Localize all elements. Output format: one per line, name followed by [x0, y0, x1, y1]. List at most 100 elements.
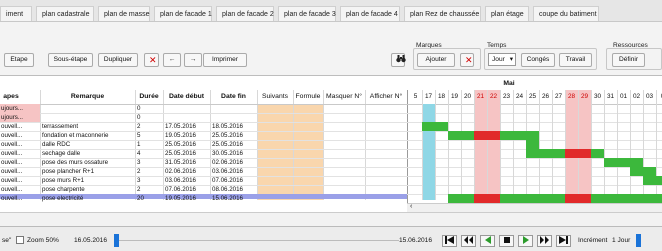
cell-date-debut: 25.05.2016 [165, 141, 196, 148]
header-formule: Formule [295, 93, 321, 100]
temps-select-value: Jour [492, 56, 505, 63]
gantt-bar[interactable] [643, 176, 662, 185]
gantt-bar[interactable] [500, 131, 539, 140]
first-button[interactable] [442, 235, 457, 247]
tab-plan-cadastrale[interactable]: plan cadastrale [36, 6, 94, 21]
tab-plan-de-facade-4[interactable]: plan de facade 4 [340, 6, 400, 21]
previous-button[interactable] [461, 235, 476, 247]
gantt-gridline [422, 90, 423, 200]
cell-remarque: pose murs R+1 [42, 177, 85, 184]
definir-button[interactable]: Définir [612, 53, 645, 67]
stop-button[interactable] [499, 235, 514, 247]
cell-remarque: pose charpente [42, 186, 85, 193]
travail-button[interactable]: Travail [559, 53, 592, 67]
gantt-bar-weekend[interactable] [565, 149, 591, 158]
document-tab-bar: iment plan cadastrale plan de masse plan… [0, 0, 662, 22]
cell-duree: 0 [137, 114, 141, 121]
gantt-gridline [448, 90, 449, 200]
tab-document[interactable]: iment [0, 6, 32, 21]
header-etapes: apes [3, 93, 19, 100]
cell-duree: 5 [137, 132, 141, 139]
cell-remarque: dalle RDC [42, 141, 71, 148]
move-left-button[interactable]: ← [163, 53, 181, 67]
cell-date-fin: 08.06.2016 [212, 186, 243, 193]
fast-forward-icon [540, 236, 549, 244]
cell-date-debut: 07.06.2016 [165, 186, 196, 193]
play-button[interactable] [518, 235, 533, 247]
skip-first-icon [445, 236, 454, 244]
gantt-gridline [513, 90, 514, 200]
gantt-bar[interactable] [448, 194, 474, 203]
row-divider [0, 113, 662, 114]
gantt-bar[interactable] [526, 140, 539, 149]
search-binoculars-icon[interactable] [391, 53, 406, 67]
scroll-left-icon[interactable]: ‹ [410, 203, 412, 210]
day-label: 29 [580, 93, 589, 100]
gantt-horizontal-scrollbar[interactable]: ‹ [407, 203, 662, 212]
tab-plan-de-facade-1[interactable]: plan de facade 1 [154, 6, 212, 21]
gantt-bar[interactable] [630, 167, 656, 176]
header-remarque: Remarque [70, 93, 105, 100]
next-button[interactable] [537, 235, 552, 247]
cell-duree: 0 [137, 105, 141, 112]
gantt-gridline [435, 90, 436, 200]
timeline-controls: se" Zoom 50% 16.05.2016 15.06.2016 Incré… [0, 226, 662, 251]
increment-value[interactable]: 1 Jour [612, 237, 630, 244]
ajouter-marque-button[interactable]: Ajouter [417, 53, 455, 67]
cell-date-debut: 03.06.2016 [165, 177, 196, 184]
tab-coupe-du-batiment[interactable]: coupe du batiment [533, 6, 599, 21]
tab-plan-de-facade-3[interactable]: plan de facade 3 [278, 6, 336, 21]
dupliquer-button[interactable]: Dupliquer [98, 53, 138, 67]
timeline-slider-track[interactable] [119, 240, 399, 241]
gantt-gridline [578, 90, 579, 200]
last-button[interactable] [556, 235, 571, 247]
zoom-checkbox[interactable] [16, 236, 24, 244]
gantt-gridline [500, 90, 501, 200]
gantt-bar[interactable] [591, 194, 662, 203]
gantt-bar[interactable] [500, 194, 565, 203]
cell-duree: 4 [137, 150, 141, 157]
increment-slider-handle[interactable] [636, 234, 641, 247]
cell-duree: 3 [137, 159, 141, 166]
delete-button[interactable]: ✕ [144, 53, 159, 67]
move-right-button[interactable]: → [184, 53, 202, 67]
gantt-bar[interactable] [591, 149, 604, 158]
tab-plan-rez-de-chaussee[interactable]: plan Rez de chaussée [404, 6, 481, 21]
cell-etape: ouvell... [1, 132, 23, 139]
imprimer-button[interactable]: Imprimer [203, 53, 247, 67]
conges-button[interactable]: Congés [521, 53, 555, 67]
gantt-gridline [474, 90, 475, 200]
delete-marque-button[interactable]: ✕ [460, 53, 474, 67]
gantt-bar[interactable] [422, 122, 448, 131]
gantt-gridline [565, 90, 566, 200]
cell-etape: ouvell... [1, 168, 23, 175]
gantt-bar-weekend[interactable] [474, 131, 500, 140]
gantt-bar[interactable] [604, 158, 643, 167]
sous-etape-button[interactable]: Sous-étape [48, 53, 93, 67]
tab-plan-de-masse[interactable]: plan de masse [98, 6, 150, 21]
tab-plan-etage[interactable]: plan étage [485, 6, 529, 21]
gantt-bar-weekend[interactable] [565, 194, 591, 203]
cell-duree: 2 [137, 168, 141, 175]
cell-date-fin: 18.05.2016 [212, 123, 243, 130]
gantt-bar[interactable] [526, 149, 565, 158]
cell-etape: ouvell... [1, 150, 23, 157]
day-label: 20 [463, 93, 472, 100]
col-divider [323, 90, 324, 200]
chevron-down-icon: ▾ [509, 56, 513, 63]
day-label: 30 [593, 93, 602, 100]
temps-select[interactable]: Jour ▾ [488, 53, 516, 66]
gantt-bar-weekend[interactable] [474, 194, 500, 203]
cell-duree: 2 [137, 186, 141, 193]
day-label: 27 [554, 93, 563, 100]
etape-button[interactable]: Etape [4, 53, 34, 67]
play-icon [522, 236, 529, 244]
tab-plan-de-facade-2[interactable]: plan de facade 2 [216, 6, 274, 21]
skip-last-icon [559, 236, 568, 244]
cell-date-fin: 25.05.2016 [212, 141, 243, 148]
gantt-bar[interactable] [448, 131, 474, 140]
header-divider [0, 104, 662, 105]
gantt-gridline [604, 90, 605, 200]
step-back-button[interactable] [480, 235, 495, 247]
bottom-left-label: se" [2, 237, 12, 244]
